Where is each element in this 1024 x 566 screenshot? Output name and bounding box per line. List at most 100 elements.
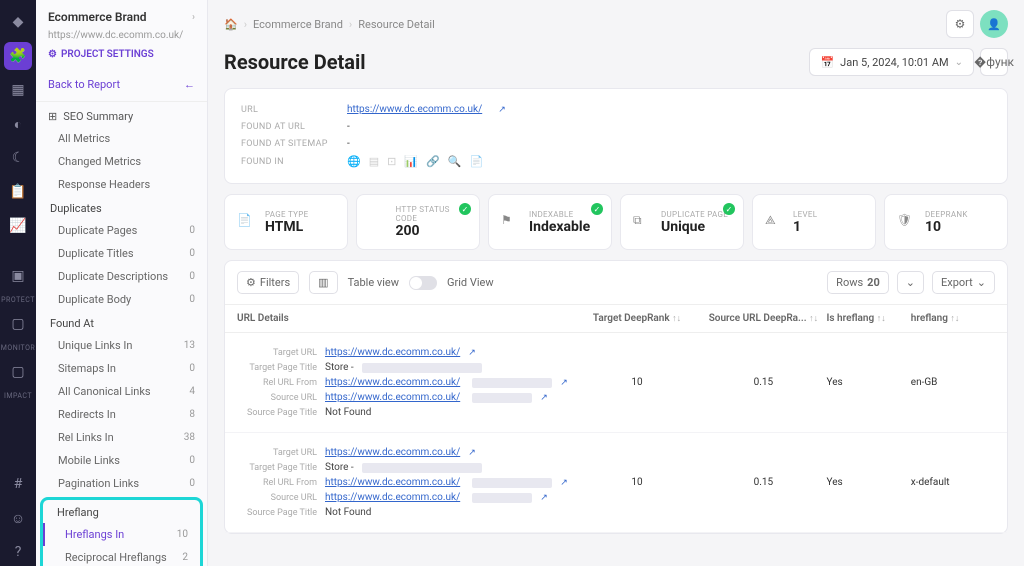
external-link-icon[interactable]: ↗ bbox=[560, 478, 568, 488]
check-icon: ✓ bbox=[459, 203, 471, 215]
external-link-icon[interactable]: ↗ bbox=[540, 493, 548, 503]
chart-icon: 📊 bbox=[404, 155, 418, 168]
rail-help-icon[interactable]: ? bbox=[4, 538, 32, 566]
rail-protect-label: PROTECT bbox=[1, 296, 35, 304]
columns-button[interactable]: ▥ bbox=[309, 271, 337, 294]
rail-hash-icon[interactable]: # bbox=[4, 470, 32, 498]
sidebar-item[interactable]: Reciprocal Hreflangs2 bbox=[43, 546, 200, 566]
source-url-link[interactable]: https://www.dc.ecomm.co.uk/ bbox=[325, 392, 460, 403]
rail-protect-icon[interactable]: ▣ bbox=[4, 262, 32, 290]
rows-selector[interactable]: Rows 20 bbox=[827, 271, 889, 294]
view-toggle[interactable] bbox=[409, 276, 437, 290]
grid-icon: ⊞ bbox=[48, 110, 57, 123]
brand-url: https://www.dc.ecomm.co.uk/ bbox=[36, 30, 207, 41]
avatar[interactable]: 👤 bbox=[980, 10, 1008, 38]
rail-chart-icon[interactable]: 📈 bbox=[4, 212, 32, 240]
sidebar-item[interactable]: Mobile Links0 bbox=[36, 449, 207, 472]
rail-impact-icon[interactable]: ▢ bbox=[4, 358, 32, 386]
rel-url-link[interactable]: https://www.dc.ecomm.co.uk/ bbox=[325, 377, 460, 388]
link-icon: 🔗 bbox=[426, 155, 440, 168]
sidebar-item[interactable]: Response Headers bbox=[36, 173, 207, 196]
rows-dropdown[interactable]: ⌄ bbox=[897, 271, 924, 294]
filters-button[interactable]: ⚙Filters bbox=[237, 271, 299, 294]
rel-url-link[interactable]: https://www.dc.ecomm.co.uk/ bbox=[325, 477, 460, 488]
sidebar-item[interactable]: Changed Metrics bbox=[36, 150, 207, 173]
settings-button[interactable]: ⚙ bbox=[946, 10, 974, 38]
rail-moon-icon[interactable]: ☾ bbox=[4, 144, 32, 172]
sidebar-item[interactable]: Pagination Links0 bbox=[36, 472, 207, 495]
table-row: Target URLhttps://www.dc.ecomm.co.uk/ ↗T… bbox=[225, 333, 1007, 433]
stat-icon bbox=[369, 213, 385, 231]
share-button[interactable]: �функ bbox=[980, 48, 1008, 76]
stat-icon: ⟁ bbox=[765, 213, 783, 231]
arrow-left-icon: ← bbox=[184, 78, 195, 91]
project-settings-link[interactable]: ⚙ PROJECT SETTINGS bbox=[36, 41, 207, 68]
sidebar-item[interactable]: Sitemaps In0 bbox=[36, 357, 207, 380]
col-url-details[interactable]: URL Details bbox=[237, 313, 574, 324]
rail-logo[interactable]: ◆ bbox=[4, 8, 32, 36]
stat-card: 📄PAGE TYPEHTML bbox=[224, 194, 348, 250]
rail-clipboard-icon[interactable]: 📋 bbox=[4, 178, 32, 206]
url-info-card: URLhttps://www.dc.ecomm.co.uk/ ↗ FOUND A… bbox=[224, 88, 1008, 184]
sidebar-item[interactable]: All Metrics bbox=[36, 127, 207, 150]
seo-summary-header[interactable]: ⊞ SEO Summary bbox=[36, 102, 207, 127]
stat-card: ⟁LEVEL1 bbox=[752, 194, 876, 250]
date-picker[interactable]: 📅 Jan 5, 2024, 10:01 AM ⌄ bbox=[809, 48, 974, 76]
sitemap-icon: ▤ bbox=[369, 155, 379, 168]
sidebar-item[interactable]: All Canonical Links4 bbox=[36, 380, 207, 403]
hreflang-header[interactable]: Hreflang bbox=[43, 500, 200, 523]
external-link-icon[interactable]: ↗ bbox=[498, 105, 506, 115]
sidebar-item[interactable]: Rel Links In38 bbox=[36, 426, 207, 449]
external-link-icon[interactable]: ↗ bbox=[468, 448, 476, 458]
external-link-icon[interactable]: ↗ bbox=[560, 378, 568, 388]
resource-url[interactable]: https://www.dc.ecomm.co.uk/ bbox=[347, 104, 482, 115]
breadcrumb: 🏠 › Ecommerce Brand › Resource Detail bbox=[224, 18, 435, 31]
calendar-icon: 📅 bbox=[820, 56, 834, 69]
external-link-icon[interactable]: ↗ bbox=[540, 393, 548, 403]
sidebar-item[interactable]: Redirects In8 bbox=[36, 403, 207, 426]
rail-analyze[interactable]: 🧩 bbox=[4, 42, 32, 70]
col-is-hreflang[interactable]: Is hreflang ↑↓ bbox=[827, 313, 911, 324]
check-icon: ✓ bbox=[591, 203, 603, 215]
rail-smile-icon[interactable]: ☺ bbox=[4, 504, 32, 532]
rail-apps-icon[interactable]: ▦ bbox=[4, 76, 32, 104]
col-target-deeprank[interactable]: Target DeepRank ↑↓ bbox=[574, 313, 700, 324]
main-content: 🏠 › Ecommerce Brand › Resource Detail ⚙ … bbox=[208, 0, 1024, 566]
duplicates-header[interactable]: Duplicates bbox=[36, 196, 207, 219]
sliders-icon: ⚙ bbox=[246, 276, 256, 289]
page-title: Resource Detail bbox=[224, 50, 366, 74]
found-at-header[interactable]: Found At bbox=[36, 311, 207, 334]
home-icon[interactable]: 🏠 bbox=[224, 18, 238, 31]
stat-icon: ⧉ bbox=[633, 213, 651, 231]
globe-icon: 🌐 bbox=[347, 155, 361, 168]
col-hreflang[interactable]: hreflang ↑↓ bbox=[911, 313, 995, 324]
col-source-deeprank[interactable]: Source URL DeepRa... ↑↓ bbox=[700, 313, 826, 324]
stat-icon: ⚑ bbox=[501, 213, 519, 231]
rail-monitor-icon[interactable]: ▢ bbox=[4, 310, 32, 338]
stat-icon: 📄 bbox=[237, 213, 255, 231]
sidebar-item[interactable]: Duplicate Descriptions0 bbox=[36, 265, 207, 288]
external-link-icon[interactable]: ↗ bbox=[468, 348, 476, 358]
rail-dashboard-icon[interactable]: ◐ bbox=[4, 110, 32, 138]
rail-monitor-label: MONITOR bbox=[1, 344, 35, 352]
back-to-report[interactable]: Back to Report ← bbox=[36, 68, 207, 102]
check-icon: ✓ bbox=[723, 203, 735, 215]
export-button[interactable]: Export ⌄ bbox=[932, 271, 995, 294]
sidebar-item[interactable]: Duplicate Body0 bbox=[36, 288, 207, 311]
chevron-down-icon: ⌄ bbox=[955, 57, 963, 68]
target-url-link[interactable]: https://www.dc.ecomm.co.uk/ bbox=[325, 347, 460, 358]
sidebar-item[interactable]: Duplicate Pages0 bbox=[36, 219, 207, 242]
rail-impact-label: IMPACT bbox=[4, 392, 32, 400]
target-url-link[interactable]: https://www.dc.ecomm.co.uk/ bbox=[325, 447, 460, 458]
stat-card: HTTP STATUS CODE200✓ bbox=[356, 194, 480, 250]
brand-name: Ecommerce Brand bbox=[48, 10, 147, 24]
canonical-icon: ⊡ bbox=[387, 155, 396, 168]
sidebar-item[interactable]: Unique Links In13 bbox=[36, 334, 207, 357]
crumb-brand[interactable]: Ecommerce Brand bbox=[253, 18, 343, 31]
source-url-link[interactable]: https://www.dc.ecomm.co.uk/ bbox=[325, 492, 460, 503]
sidebar-item[interactable]: Duplicate Titles0 bbox=[36, 242, 207, 265]
sidebar-item[interactable]: Hreflangs In10 bbox=[43, 523, 200, 546]
columns-icon: ▥ bbox=[318, 276, 328, 289]
chevron-right-icon[interactable]: › bbox=[192, 12, 195, 23]
crumb-page: Resource Detail bbox=[358, 18, 435, 31]
